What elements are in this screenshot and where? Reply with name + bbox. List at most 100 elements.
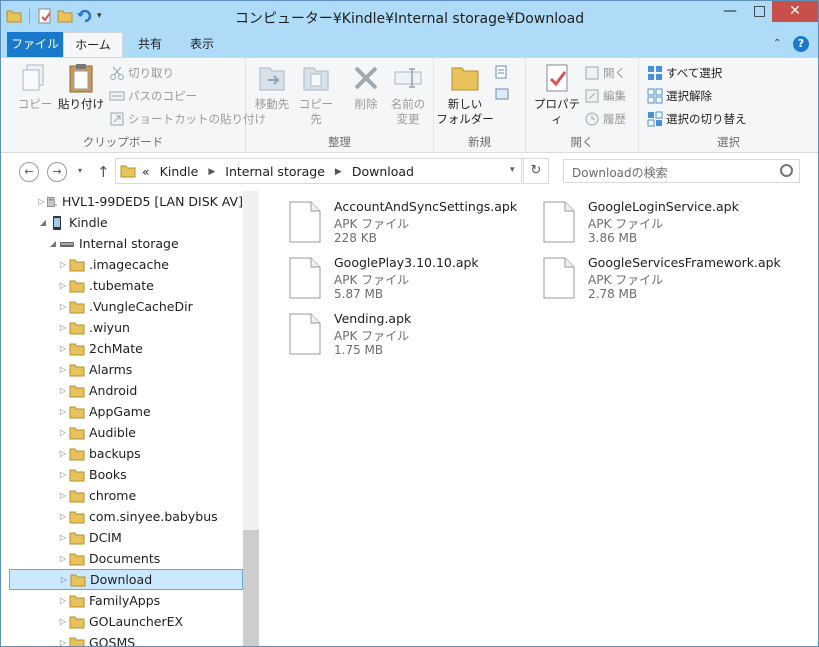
tab-share[interactable]: 共有 <box>125 32 175 57</box>
expand-arrow-icon[interactable]: ▷ <box>57 596 69 605</box>
file-item[interactable]: AccountAndSyncSettings.apk APK ファイル 228 KB <box>289 199 539 249</box>
copy-label: コピー <box>17 97 53 111</box>
select-none-button[interactable]: 選択解除 <box>647 86 712 106</box>
tree-item[interactable]: ▷ Documents <box>9 548 243 569</box>
easy-access-icon[interactable] <box>494 86 510 102</box>
cut-button[interactable]: 切り取り <box>109 63 174 83</box>
collapse-ribbon-icon[interactable]: ⌃ <box>773 38 781 49</box>
move-to-label: 移動先 <box>254 97 290 111</box>
breadcrumb-internal-storage[interactable]: Internal storage <box>225 164 325 179</box>
tree-item[interactable]: ▷ Android <box>9 380 243 401</box>
open-button[interactable]: 開く <box>584 63 626 83</box>
tree-item[interactable]: ▷ .imagecache <box>9 254 243 275</box>
select-all-button[interactable]: すべて選択 <box>647 63 722 83</box>
paste-button[interactable]: 貼り付け <box>57 62 105 112</box>
tree-item[interactable]: ▷ backups <box>9 443 243 464</box>
expand-arrow-icon[interactable]: ◢ <box>37 218 49 227</box>
edit-button[interactable]: 編集 <box>584 86 626 106</box>
address-bar[interactable]: « Kindle ▶ Internal storage ▶ Download ▾ <box>115 158 522 184</box>
copy-to-button[interactable]: コピー先 <box>294 62 338 127</box>
expand-arrow-icon[interactable]: ▷ <box>57 386 69 395</box>
expand-arrow-icon[interactable]: ▷ <box>57 365 69 374</box>
file-item[interactable]: Vending.apk APK ファイル 1.75 MB <box>289 311 539 361</box>
new-item-icon[interactable] <box>494 64 510 80</box>
paste-shortcut-button[interactable]: ショートカットの貼り付け <box>109 109 266 129</box>
breadcrumb-download[interactable]: Download <box>352 164 414 179</box>
expand-arrow-icon[interactable]: ▷ <box>57 491 69 500</box>
expand-arrow-icon[interactable]: ▷ <box>57 470 69 479</box>
tree-item[interactable]: ▷ Alarms <box>9 359 243 380</box>
tab-view[interactable]: 表示 <box>177 32 227 57</box>
folder-icon <box>69 553 85 565</box>
tree-item[interactable]: ▷ Audible <box>9 422 243 443</box>
expand-arrow-icon[interactable]: ▷ <box>57 281 69 290</box>
recent-locations-dropdown[interactable]: ▾ <box>78 166 82 175</box>
tab-home[interactable]: ホーム <box>63 32 123 57</box>
invert-selection-button[interactable]: 選択の切り替え <box>647 109 747 129</box>
breadcrumb-separator[interactable]: ▶ <box>208 167 215 177</box>
expand-arrow-icon[interactable]: ▷ <box>57 407 69 416</box>
expand-arrow-icon[interactable]: ▷ <box>58 575 70 584</box>
breadcrumb-overflow[interactable]: « <box>142 164 150 179</box>
nav-scrollbar-thumb[interactable] <box>243 530 259 646</box>
tree-item[interactable]: ◢ Internal storage <box>9 233 243 254</box>
help-icon[interactable]: ? <box>793 36 809 52</box>
address-history-dropdown[interactable]: ▾ <box>510 165 515 175</box>
tree-item[interactable]: ▷ FamilyApps <box>9 590 243 611</box>
new-folder-button[interactable]: 新しい フォルダー <box>436 62 494 127</box>
copy-path-button[interactable]: パスのコピー <box>109 86 197 106</box>
back-button[interactable]: ← <box>19 162 39 182</box>
forward-button[interactable]: → <box>47 162 67 182</box>
breadcrumb-kindle[interactable]: Kindle <box>160 164 199 179</box>
expand-arrow-icon[interactable]: ▷ <box>57 533 69 542</box>
tree-item[interactable]: ▷ com.sinyee.babybus <box>9 506 243 527</box>
copy-button[interactable]: コピー <box>15 62 55 112</box>
expand-arrow-icon[interactable]: ▷ <box>37 197 46 206</box>
file-type: APK ファイル <box>334 217 410 231</box>
maximize-button[interactable]: □ <box>747 1 772 22</box>
expand-arrow-icon[interactable]: ▷ <box>57 428 69 437</box>
search-input[interactable]: Downloadの検索 <box>563 159 800 183</box>
tree-item[interactable]: ▷ .wiyun <box>9 317 243 338</box>
file-item[interactable]: GoogleServicesFramework.apk APK ファイル 2.78 … <box>543 255 793 305</box>
tree-item[interactable]: ▷ DCIM <box>9 527 243 548</box>
tree-item[interactable]: ▷ chrome <box>9 485 243 506</box>
tree-item[interactable]: ▷ 2chMate <box>9 338 243 359</box>
history-button[interactable]: 履歴 <box>584 109 626 129</box>
breadcrumb-separator[interactable]: ▶ <box>335 167 342 177</box>
expand-arrow-icon[interactable]: ▷ <box>57 302 69 311</box>
properties-button[interactable]: プロパティ <box>530 62 584 127</box>
expand-arrow-icon[interactable]: ▷ <box>57 617 69 626</box>
refresh-button[interactable]: ↻ <box>523 158 549 184</box>
tree-item-label: DCIM <box>89 530 122 545</box>
delete-button[interactable]: 削除 <box>344 62 388 112</box>
tree-item[interactable]: ▷ Books <box>9 464 243 485</box>
expand-arrow-icon[interactable]: ▷ <box>57 638 69 646</box>
expand-arrow-icon[interactable]: ▷ <box>57 554 69 563</box>
tree-item[interactable]: ▷ HVL1-99DED5 [LAN DISK AV] <box>9 191 243 212</box>
tree-item[interactable]: ◢ Kindle <box>9 212 243 233</box>
tab-file[interactable]: ファイル <box>7 32 63 57</box>
tree-item[interactable]: ▷ GOLauncherEX <box>9 611 243 632</box>
expand-arrow-icon[interactable]: ▷ <box>57 512 69 521</box>
file-item[interactable]: GoogleLoginService.apk APK ファイル 3.86 MB <box>543 199 793 249</box>
expand-arrow-icon[interactable]: ▷ <box>57 323 69 332</box>
expand-arrow-icon[interactable]: ◢ <box>47 239 59 248</box>
search-icon[interactable] <box>780 164 793 177</box>
move-to-button[interactable]: 移動先 <box>250 62 294 112</box>
tree-item[interactable]: ▷ .tubemate <box>9 275 243 296</box>
tree-item[interactable]: ▷ Download <box>9 569 243 590</box>
tree-item-label: Audible <box>89 425 136 440</box>
minimize-button[interactable]: — <box>713 1 747 22</box>
expand-arrow-icon[interactable]: ▷ <box>57 344 69 353</box>
close-button[interactable]: ✕ <box>772 1 818 22</box>
expand-arrow-icon[interactable]: ▷ <box>57 260 69 269</box>
expand-arrow-icon[interactable]: ▷ <box>57 449 69 458</box>
file-item[interactable]: GooglePlay3.10.10.apk APK ファイル 5.87 MB <box>289 255 539 305</box>
up-button[interactable]: ↑ <box>97 163 110 181</box>
rename-button[interactable]: 名前の 変更 <box>386 62 430 127</box>
properties-icon <box>546 64 568 92</box>
tree-item[interactable]: ▷ AppGame <box>9 401 243 422</box>
tree-item[interactable]: ▷ .VungleCacheDir <box>9 296 243 317</box>
tree-item[interactable]: ▷ GOSMS <box>9 632 243 646</box>
